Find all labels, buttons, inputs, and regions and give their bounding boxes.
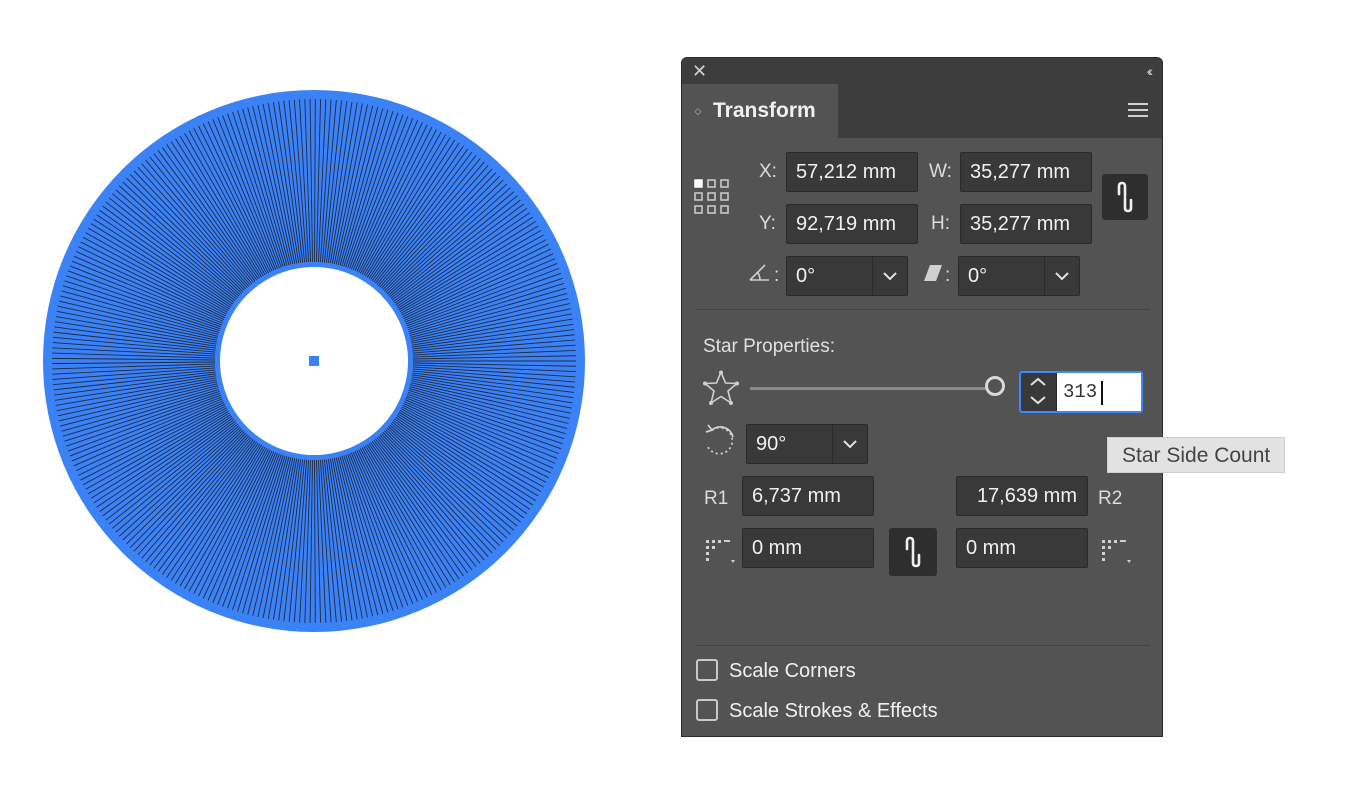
y-field[interactable]: 92,719 mm [786, 204, 918, 244]
tab-expand-icon[interactable]: ◇ [692, 106, 704, 115]
x-field[interactable]: 57,212 mm [786, 152, 918, 192]
r2-label: R2 [1098, 488, 1123, 509]
star-icon [703, 370, 739, 405]
star-properties-title: Star Properties: [703, 336, 835, 357]
panel-tab-row: ◇ Transform [682, 84, 1162, 138]
scale-strokes-checkbox[interactable] [696, 699, 718, 721]
chain-link-icon [1117, 181, 1133, 213]
rotate-angle-value: 0° [796, 265, 816, 287]
chevron-down-icon [883, 271, 897, 280]
corner-radius-icon [1102, 540, 1131, 563]
rotate-angle-dropdown[interactable] [872, 257, 907, 295]
tab-title: Transform [713, 99, 816, 122]
width-field[interactable]: 35,277 mm [960, 152, 1092, 192]
scale-strokes-label[interactable]: Scale Strokes & Effects [729, 700, 938, 723]
text-caret [1101, 381, 1103, 405]
center-point-handle[interactable] [309, 356, 319, 366]
collapse-icon[interactable]: ‹‹ [1147, 61, 1154, 81]
panel-titlebar: ✕ ‹‹ [682, 58, 1162, 84]
x-label: X: [759, 161, 777, 182]
side-count-stepper[interactable] [1021, 373, 1057, 411]
scale-corners-label[interactable]: Scale Corners [729, 660, 856, 683]
y-label: Y: [759, 213, 776, 234]
section-divider [696, 645, 1150, 646]
chevron-down-icon [1055, 271, 1069, 280]
link-radius-button[interactable] [889, 528, 937, 576]
close-icon[interactable]: ✕ [692, 61, 707, 81]
star-rotation-dropdown[interactable] [832, 425, 867, 463]
tab-transform[interactable]: ◇ Transform [682, 84, 838, 138]
side-count-slider-handle[interactable] [985, 376, 1005, 396]
w-label: W: [929, 161, 952, 182]
chevron-up-icon[interactable] [1030, 377, 1046, 387]
reference-point-icon[interactable] [693, 178, 731, 216]
star-artwork[interactable] [0, 0, 640, 809]
shear-separator: : [945, 265, 951, 286]
shear-angle-dropdown[interactable] [1044, 257, 1079, 295]
chain-link-icon [905, 536, 921, 568]
star-rotation-field[interactable]: 90° [746, 424, 868, 464]
r1-label: R1 [704, 488, 729, 509]
r2-field[interactable]: 17,639 mm [956, 476, 1088, 516]
side-count-tooltip: Star Side Count [1107, 437, 1286, 473]
height-field[interactable]: 35,277 mm [960, 204, 1092, 244]
side-count-slider-track[interactable] [750, 387, 986, 390]
corner-radius-icon [706, 540, 735, 563]
chevron-down-icon [843, 439, 857, 448]
angle-icon [749, 264, 769, 281]
h-label: H: [931, 213, 950, 234]
chevron-down-icon[interactable] [1030, 395, 1046, 405]
scale-corners-checkbox[interactable] [696, 659, 718, 681]
menu-icon[interactable] [1128, 103, 1148, 121]
corner-radius-left-field[interactable]: 0 mm [742, 528, 874, 568]
angle-separator: : [774, 265, 780, 286]
constrain-proportions-button[interactable] [1102, 174, 1148, 220]
shear-angle-field[interactable]: 0° [958, 256, 1080, 296]
side-count-input[interactable] [1057, 373, 1141, 411]
rotate-icon [705, 424, 734, 455]
section-divider [696, 309, 1150, 310]
transform-panel: ✕ ‹‹ ◇ Transform X: 57,212 mm W: 35,277 … [681, 57, 1163, 737]
shear-icon [924, 265, 942, 281]
corner-radius-right-field[interactable]: 0 mm [956, 528, 1088, 568]
star-side-count-field[interactable] [1019, 371, 1143, 413]
r1-field[interactable]: 6,737 mm [742, 476, 874, 516]
rotate-angle-field[interactable]: 0° [786, 256, 908, 296]
star-rotation-value: 90° [756, 433, 787, 455]
shear-angle-value: 0° [968, 265, 988, 287]
